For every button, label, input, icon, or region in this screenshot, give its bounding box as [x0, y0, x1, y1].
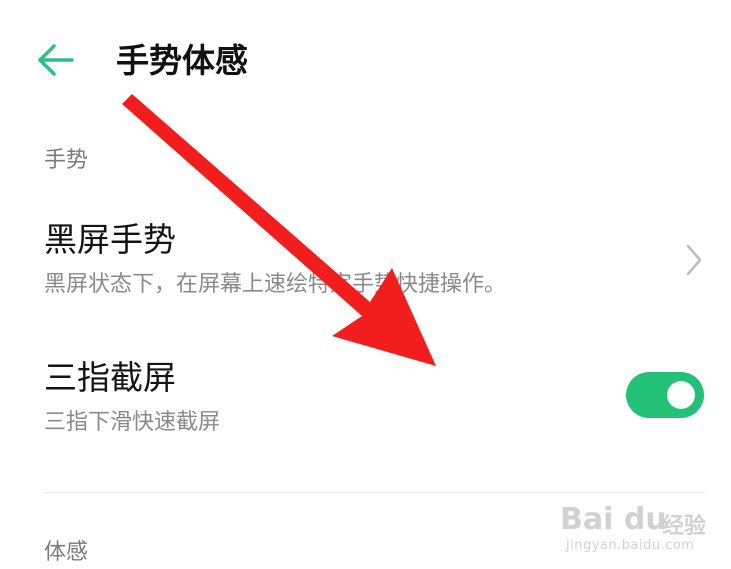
baidu-watermark: Bai du 经验 jingyan.baidu.com [560, 488, 710, 558]
chevron-right-icon [686, 244, 702, 276]
toggle-knob [667, 381, 695, 409]
setting-title: 三指截屏 [44, 358, 176, 397]
section-header-gesture: 手势 [44, 148, 89, 173]
setting-subtitle: 黑屏状态下，在屏幕上速绘特定手势快捷操作。 [44, 272, 507, 297]
three-finger-screenshot-toggle[interactable] [626, 372, 704, 418]
setting-subtitle: 三指下滑快速截屏 [44, 410, 221, 435]
back-button[interactable] [34, 40, 78, 80]
watermark-url: jingyan.baidu.com [566, 538, 695, 553]
setting-row-screen-off-gestures[interactable]: 黑屏手势 黑屏状态下，在屏幕上速绘特定手势快捷操作。 [0, 210, 731, 310]
watermark-text: 经验 [662, 514, 707, 539]
section-header-motion: 体感 [44, 540, 89, 565]
setting-title: 黑屏手势 [44, 220, 176, 259]
top-app-bar: 手势体感 [0, 0, 731, 120]
baidu-logo: Bai du [560, 502, 667, 537]
page-title: 手势体感 [116, 41, 248, 80]
setting-row-three-finger-screenshot: 三指截屏 三指下滑快速截屏 [0, 352, 731, 452]
arrow-left-icon [38, 44, 74, 76]
